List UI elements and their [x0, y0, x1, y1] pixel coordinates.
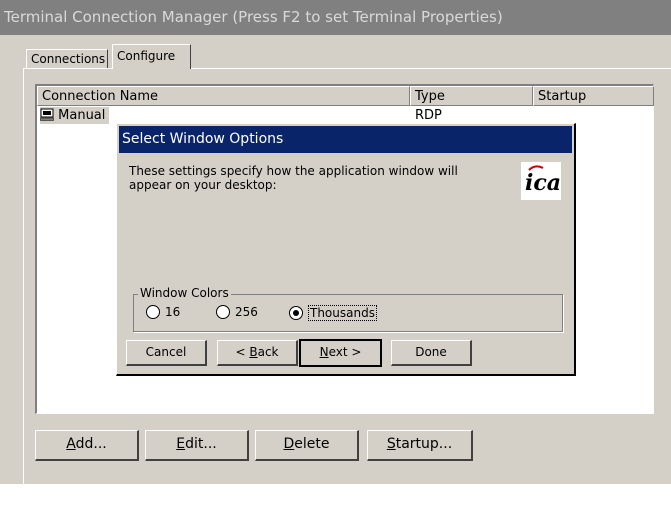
select-window-options-dialog: Select Window Options These settings spe… — [116, 123, 576, 376]
next-button[interactable]: Next > — [299, 339, 382, 367]
column-header-startup[interactable]: Startup — [533, 86, 654, 106]
radio-label: Thousands — [308, 305, 377, 321]
dialog-title: Select Window Options — [119, 126, 572, 153]
radio-circle — [216, 305, 230, 319]
done-button[interactable]: Done — [391, 340, 472, 366]
back-button[interactable]: < Back — [217, 340, 298, 366]
svg-text:ica: ica — [525, 170, 561, 196]
add-button[interactable]: Add... — [35, 430, 139, 461]
list-item-name: Manual — [58, 108, 106, 123]
radio-label: 256 — [235, 305, 258, 319]
radio-16-colors[interactable]: 16 — [146, 305, 180, 319]
radio-label: 16 — [165, 305, 181, 319]
column-header-connection-name[interactable]: Connection Name — [37, 86, 410, 106]
radio-thousands-colors[interactable]: Thousands — [289, 305, 377, 321]
list-item-type: RDP — [415, 108, 442, 123]
tab-configure[interactable]: Configure — [112, 44, 191, 69]
terminal-icon — [40, 108, 54, 121]
cancel-button[interactable]: Cancel — [126, 340, 207, 366]
column-header-type[interactable]: Type — [410, 86, 533, 106]
tab-connections[interactable]: Connections — [26, 49, 108, 68]
window-colors-label: Window Colors — [138, 286, 231, 300]
list-item[interactable]: Manual — [40, 107, 110, 124]
radio-circle-selected — [289, 306, 303, 320]
window-colors-group: Window Colors 16 256 Thousands — [133, 286, 563, 332]
window-title: Terminal Connection Manager (Press F2 to… — [0, 0, 671, 35]
radio-circle — [146, 305, 160, 319]
delete-button[interactable]: Delete — [255, 430, 359, 461]
startup-button[interactable]: Startup... — [367, 430, 473, 461]
ica-logo: ica — [521, 162, 561, 200]
edit-button[interactable]: Edit... — [145, 430, 249, 461]
terminal-connection-manager-window: Terminal Connection Manager (Press F2 to… — [0, 0, 671, 509]
radio-256-colors[interactable]: 256 — [216, 305, 258, 319]
dialog-description: These settings specify how the applicati… — [129, 164, 458, 192]
